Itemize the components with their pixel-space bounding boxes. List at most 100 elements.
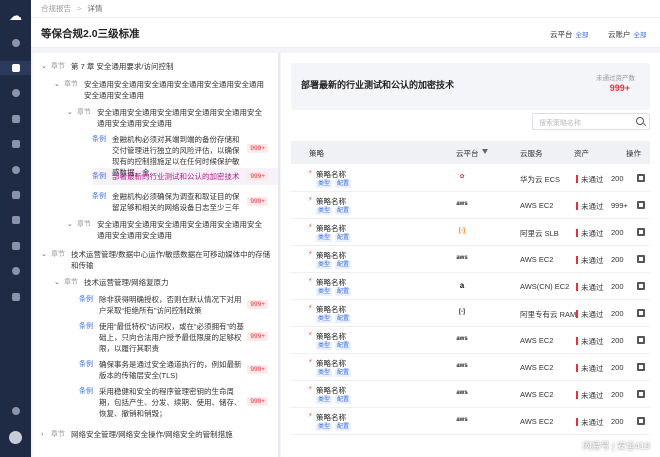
tree-item[interactable]: 条例 除非获得明确授权，否则在默认情况下对用户采取“拒绝所有”访问控制政策 [79,294,244,316]
detail-icon[interactable] [637,309,645,317]
tree-item[interactable]: ⌄ 章节 安全通用安全通用安全通用安全通用安全通用安全通用安全通用安全通用 [67,219,267,241]
report-icon[interactable] [0,163,31,177]
asset-count[interactable]: 200 [611,282,624,291]
table-row[interactable]: 策略名称 类型 配置 aws AWS EC2 未通过 200 [291,408,650,435]
policy-name[interactable]: 策略名称 [316,223,346,234]
asset-count[interactable]: 200 [611,174,624,183]
policy-name[interactable]: 策略名称 [316,169,346,180]
storage-icon[interactable] [0,290,31,304]
detail-icon[interactable] [637,201,645,209]
column-assets: 资产 [574,149,589,158]
chevron-down-icon[interactable]: ⌄ [67,219,77,230]
policy-name[interactable]: 策略名称 [316,304,346,315]
tree-item[interactable]: ⌄ 章节 技术运营管理/网络复原力 [54,277,269,288]
cloud-filter[interactable]: 云平台 全部 [550,29,589,40]
tree-item[interactable]: ⌄ 章节 安全通用安全通用安全通用安全通用安全通用安全通用安全通用安全通用 [54,79,269,101]
asset-count[interactable]: 200 [611,228,624,237]
aws-logo-icon: aws [456,390,468,396]
tree-item[interactable]: 条例 使用“最低特权”访问权，或在“必须拥有”的基础上，只向合法用户授予最低限度… [79,321,244,354]
chevron-down-icon[interactable]: ⌄ [41,61,51,72]
asset-count[interactable]: 200 [611,336,624,345]
status-badge: 未通过 [576,310,604,319]
asset-count[interactable]: 999+ [611,201,628,210]
policy-name[interactable]: 策略名称 [316,331,346,342]
network-icon[interactable] [0,188,31,202]
table-row[interactable]: 策略名称 类型 配置 aws AWS EC2 未通过 200 [291,246,650,273]
tree-item[interactable]: 条例 采用稳健和安全的程序管理密钥的生命周期，包括产生、分发、续期、使用、储存、… [79,386,244,419]
table-row[interactable]: 策略名称 类型 配置 ✿ 华为云 ECS 未通过 200 [291,165,650,192]
table-row[interactable]: 策略名称 类型 配置 a AWS(CN) EC2 未通过 200 [291,273,650,300]
detail-icon[interactable] [637,336,645,344]
table-row[interactable]: 策略名称 类型 配置 aws AWS EC2 未通过 200 [291,354,650,381]
tree-label: 安全通用安全通用安全通用安全通用安全通用安全通用安全通用安全通用 [84,80,264,100]
detail-icon[interactable] [637,174,645,182]
bolt-icon [308,276,313,284]
tree-item[interactable]: 条例 金融机构必须确保为调查和取证目的保留足够和相关的网络设备日志至少三年 [92,191,245,213]
alert-icon[interactable] [0,264,31,278]
asset-icon[interactable] [0,213,31,227]
detail-icon[interactable] [637,390,645,398]
audit-icon[interactable] [0,239,31,253]
chevron-down-icon[interactable]: ⌄ [67,107,77,118]
tree-tag: 条例 [79,361,93,368]
account-filter-value[interactable]: 全部 [634,32,647,39]
compliance-icon[interactable] [0,61,31,75]
security-icon[interactable] [0,86,31,100]
tree-item[interactable]: ⌄ 章节 第 7 章 安全通用要求/访问控制 [41,61,273,72]
type-chip: 类型 [316,315,333,323]
policy-name[interactable]: 策略名称 [316,412,346,423]
asset-count[interactable]: 200 [611,363,624,372]
asset-count[interactable]: 200 [611,309,624,318]
settings-icon[interactable] [0,112,31,126]
detail-icon[interactable] [637,282,645,290]
policy-name[interactable]: 策略名称 [316,196,346,207]
chevron-down-icon[interactable]: ⌄ [41,249,51,260]
asset-count[interactable]: 200 [611,255,624,264]
bolt-icon [308,222,313,230]
policy-name[interactable]: 策略名称 [316,358,346,369]
policy-name[interactable]: 策略名称 [316,250,346,261]
type-chip: 类型 [316,396,333,404]
help-icon[interactable] [0,404,31,418]
detail-icon[interactable] [637,363,645,371]
filter-icon[interactable] [482,149,488,154]
tree-item[interactable]: ⌄ 章节 技术运营管理/数据中心运作/敏感数据在可移动媒体中的存储和传输 [41,249,273,271]
tree-item[interactable]: ⌄ 章节 安全通用安全通用安全通用安全通用安全通用安全通用安全通用安全通用 [67,107,267,129]
table-row[interactable]: 策略名称 类型 配置 aws AWS EC2 未通过 200 [291,327,650,354]
tree-item[interactable]: 条例 确保事务是通过安全通道执行的，例如最新版本的传输层安全(TLS) [79,359,244,381]
policy-name[interactable]: 策略名称 [316,277,346,288]
table-row[interactable]: 策略名称 类型 配置 aws AWS EC2 未通过 999+ [291,192,650,219]
table-row[interactable]: 策略名称 类型 配置 [-] 阿里云 SLB 未通过 200 [291,219,650,246]
tree-tag: 章节 [77,109,91,116]
search-input[interactable]: 搜索策略名称 [532,113,650,130]
aliyun-private-logo-icon: [-] [459,309,465,315]
tree-item-selected[interactable]: 条例 部署最新的行业测试和公认的加密技术 [92,171,242,182]
tree-tag: 条例 [79,388,93,395]
detail-icon[interactable] [637,255,645,263]
chevron-right-icon[interactable]: › [41,429,51,440]
config-chip: 配置 [335,234,352,242]
tree-item[interactable]: › 章节 网络安全管理/网络安全操作/网络安全的管制措施 [41,429,273,440]
chevron-down-icon[interactable]: ⌄ [54,277,64,288]
asset-count[interactable]: 200 [611,417,624,426]
logo-icon[interactable]: ☁ [6,8,25,23]
home-icon[interactable] [0,36,31,50]
breadcrumb: 合规报告 > 详情 [31,0,660,18]
detail-icon[interactable] [637,417,645,425]
chevron-down-icon[interactable]: ⌄ [54,79,64,90]
cloud-filter-value[interactable]: 全部 [576,32,589,39]
count-badge: 999+ [247,300,268,309]
search-icon[interactable] [636,117,644,125]
policy-name[interactable]: 策略名称 [316,385,346,396]
account-filter[interactable]: 云账户 全部 [608,29,647,40]
breadcrumb-root[interactable]: 合规报告 [41,3,71,14]
config-chip: 配置 [335,315,352,323]
table-row[interactable]: 策略名称 类型 配置 [-] 阿里专有云 RAM 未通过 200 [291,300,650,327]
policy-icon[interactable] [0,137,31,151]
table-row[interactable]: 策略名称 类型 配置 aws AWS EC2 未通过 200 [291,381,650,408]
asset-count[interactable]: 200 [611,390,624,399]
status-badge: 未通过 [576,256,604,265]
panel-divider[interactable] [278,53,280,457]
avatar[interactable] [9,431,22,444]
detail-icon[interactable] [637,228,645,236]
